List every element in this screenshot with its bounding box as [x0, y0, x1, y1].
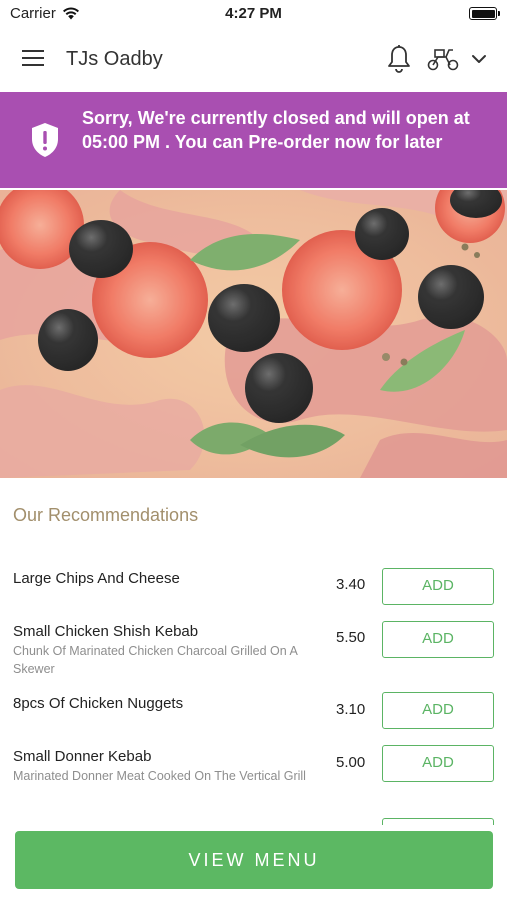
shield-alert-icon	[32, 123, 58, 157]
item-price: 3.40	[336, 576, 366, 593]
item-description: Marinated Donner Meat Cooked On The Vert…	[13, 769, 306, 783]
view-menu-button[interactable]: VIEW MENU	[15, 831, 493, 889]
item-price: 5.50	[336, 629, 366, 646]
add-button-partial[interactable]	[382, 818, 494, 825]
app-header: TJs Oadby	[0, 28, 507, 92]
item-name: 8pcs Of Chicken Nuggets	[13, 695, 184, 712]
menu-icon[interactable]	[22, 50, 46, 70]
item-price: 5.00	[336, 754, 366, 771]
banner-message: Sorry, We're currently closed and will o…	[82, 108, 470, 152]
add-button[interactable]: ADD	[382, 568, 494, 605]
scooter-icon[interactable]	[426, 46, 460, 72]
item-description: Chunk Of Marinated Chicken Charcoal Gril…	[13, 644, 298, 676]
recommendations-list: Large Chips And Cheese 3.40 ADD Small Ch…	[0, 560, 507, 825]
chevron-down-icon[interactable]	[470, 50, 488, 68]
item-price: 3.10	[336, 701, 366, 718]
closed-banner: Sorry, We're currently closed and will o…	[0, 92, 507, 188]
battery-icon	[469, 7, 500, 20]
clock: 4:27 PM	[225, 5, 282, 22]
status-bar: Carrier 4:27 PM	[0, 0, 507, 28]
add-button[interactable]: ADD	[382, 745, 494, 782]
recommendations-title: Our Recommendations	[13, 505, 199, 525]
item-name: Small Chicken Shish Kebab	[13, 623, 199, 640]
bell-icon[interactable]	[386, 44, 412, 74]
item-name: Large Chips And Cheese	[13, 570, 180, 587]
add-button[interactable]: ADD	[382, 621, 494, 658]
store-title: TJs Oadby	[66, 48, 163, 70]
item-name: Small Donner Kebab	[13, 748, 152, 765]
hero-pizza-image	[0, 190, 507, 478]
pizza-photo	[0, 190, 507, 478]
add-button[interactable]: ADD	[382, 692, 494, 729]
